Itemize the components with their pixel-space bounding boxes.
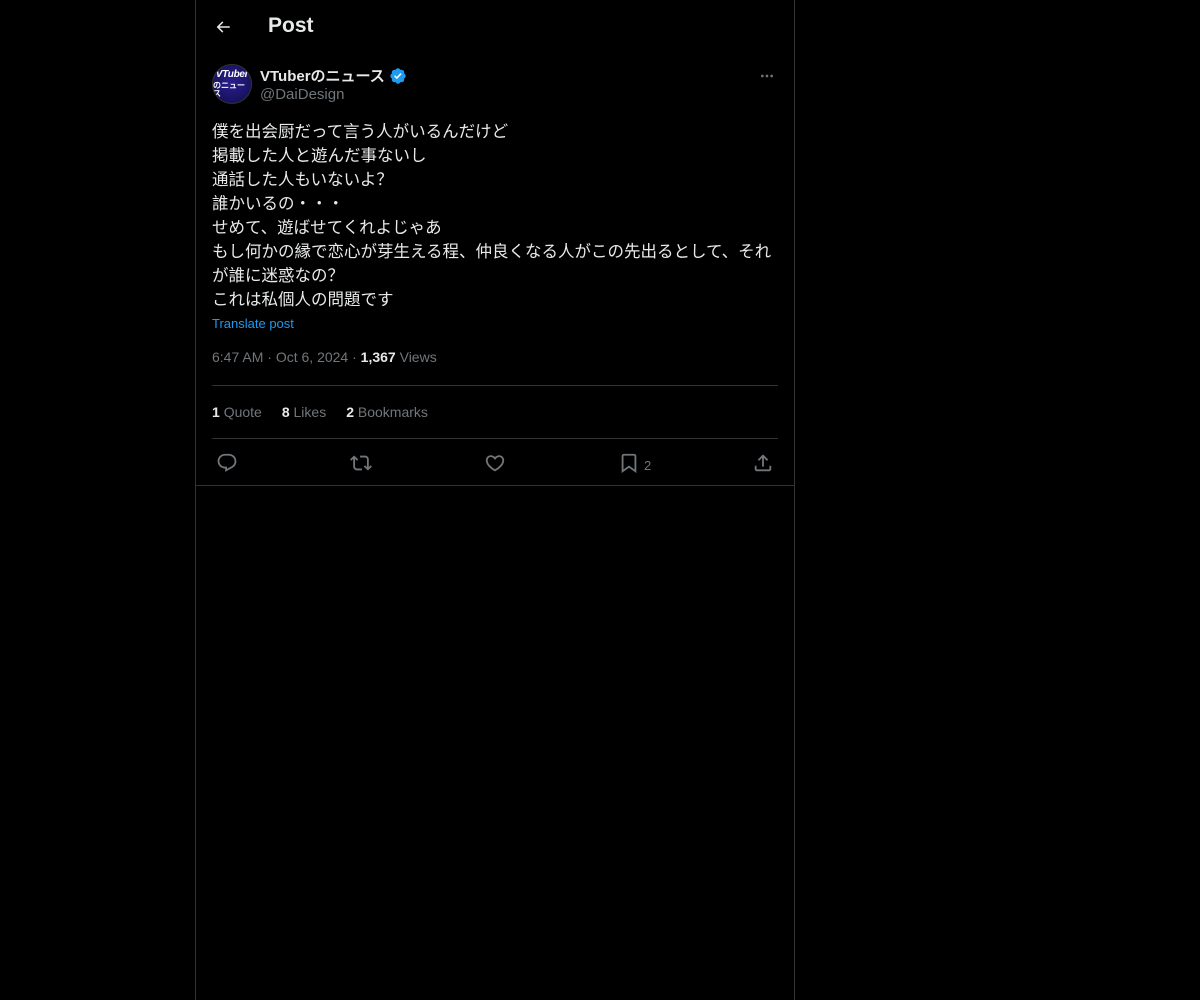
bookmarks-label: Bookmarks [357, 404, 428, 420]
back-button[interactable] [206, 10, 240, 44]
author-row: VTuber のニュース VTuberのニュース @DaiDesign [212, 64, 778, 108]
engagement-stats: 1 Quote 8 Likes 2 Bookmarks [212, 386, 778, 438]
translate-post-link[interactable]: Translate post [212, 316, 294, 331]
more-dots-icon [761, 74, 773, 78]
meta-separator: · [352, 349, 361, 365]
post-bottom-divider [196, 485, 794, 486]
likes-count: 8 [281, 404, 290, 420]
repost-button[interactable] [350, 451, 372, 475]
post-meta: 6:47 AM · Oct 6, 2024 · 1,367 Views [212, 349, 778, 369]
bookmark-icon [621, 453, 637, 474]
more-options-button[interactable] [756, 66, 778, 86]
reply-button[interactable] [216, 451, 238, 475]
action-bar: 2 [212, 439, 778, 487]
bookmarks-count: 2 [346, 404, 354, 420]
views-count: 1,367 [360, 349, 396, 365]
post-article: VTuber のニュース VTuberのニュース @DaiDesign 僕を出会… [212, 64, 778, 487]
post-time[interactable]: 6:47 AM [212, 349, 263, 365]
author-display-name[interactable]: VTuberのニュース [260, 65, 407, 86]
avatar[interactable]: VTuber のニュース [212, 64, 252, 104]
quotes-stat[interactable]: 1 Quote [212, 404, 262, 420]
likes-stat[interactable]: 8 Likes [282, 404, 326, 420]
verified-badge-icon [390, 67, 406, 84]
heart-icon [485, 455, 505, 472]
page-title: Post [268, 14, 314, 37]
quotes-label: Quote [223, 404, 262, 420]
author-name-text: VTuberのニュース [260, 68, 385, 85]
bookmark-count: 2 [644, 457, 652, 473]
reply-icon [217, 453, 237, 472]
bookmark-button[interactable]: 2 [618, 451, 651, 475]
post-date[interactable]: Oct 6, 2024 [276, 349, 348, 365]
views-label: Views [399, 349, 437, 365]
bookmarks-stat[interactable]: 2 Bookmarks [346, 404, 428, 420]
quotes-count: 1 [212, 404, 220, 420]
author-handle[interactable]: @DaiDesign [260, 86, 344, 103]
likes-label: Likes [293, 404, 327, 420]
like-button[interactable] [484, 451, 506, 475]
main-column: Post VTuber のニュース VTuberのニュース @DaiDesign [195, 0, 795, 1000]
share-button[interactable] [752, 451, 774, 475]
share-icon [754, 454, 772, 472]
arrow-left-icon [216, 21, 230, 33]
page-header: Post [196, 0, 794, 54]
repost-icon [350, 455, 372, 471]
post-text: 僕を出会厨だって言う人がいるんだけど 掲載した人と遊んだ事ないし 通話した人もい… [212, 122, 772, 309]
avatar-text-line1: VTuber [215, 69, 249, 80]
avatar-text-line2: のニュース [213, 81, 245, 98]
meta-separator: · [267, 349, 276, 365]
